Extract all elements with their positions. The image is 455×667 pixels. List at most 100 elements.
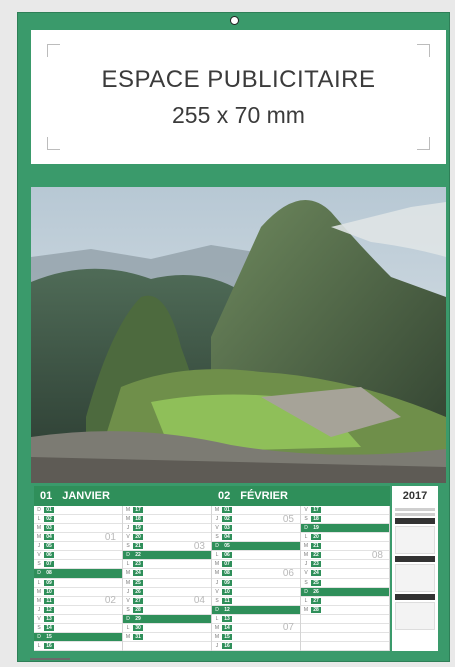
weekday-letter: S [304,516,308,523]
ad-space-title: ESPACE PUBLICITAIRE [101,66,376,93]
weekday-letter: J [126,525,130,532]
weekday-letter: M [36,534,42,541]
info-block [395,526,435,554]
season-bar [395,518,435,524]
day-row: D 22 [123,551,211,561]
day-row: L 16 [34,642,122,651]
weekday-letter: L [126,561,130,568]
day-number: 02 [44,516,54,523]
weekday-letter: D [215,606,219,613]
day-row [301,633,389,642]
weekday-letter: S [304,579,308,586]
day-row: S 11 [212,597,300,606]
day-number: 25 [311,579,321,586]
weekday-letter: L [37,642,41,649]
day-number: 05 [44,543,54,550]
month-name: FÉVRIER [240,490,288,502]
crop-mark [417,137,430,150]
day-number: 18 [133,516,143,523]
year-sidebar: 2017 [392,486,438,651]
day-row: J 23 [301,560,389,570]
day-row: M 28 [301,606,389,615]
day-row [123,642,211,651]
weekday-letter: D [37,570,41,577]
day-row: J 12 [34,606,122,615]
day-number: 09 [222,579,232,586]
day-number: 16 [222,642,232,649]
day-column: M 01 J 02 05 V 03 S 04 D 05 L 06 M 07 M 08 06 J 09 … [212,506,301,651]
day-row: J 02 05 [212,513,300,525]
day-number: 09 [44,579,54,586]
month-number: 02 [218,490,231,502]
day-number: 11 [44,597,54,604]
day-number: 21 [133,543,143,550]
day-number: 12 [222,606,232,613]
day-row: L 30 [123,624,211,633]
day-number: 19 [133,525,143,532]
month-february: 02 FÉVRIER M 01 J 02 05 V 03 S 04 D 05 L 06 M 07… [212,486,390,651]
weekday-letter: S [37,624,41,631]
day-number: 13 [44,615,54,622]
weekday-letter: S [37,561,41,568]
day-number: 11 [222,597,232,604]
day-row: S 04 [212,533,300,543]
weekday-letter: J [215,642,219,649]
day-row: L 09 [34,579,122,588]
year-label: 2017 [402,490,428,502]
day-number: 27 [133,597,143,604]
week-number: 06 [282,567,294,579]
day-row: L 27 [301,597,389,606]
day-row: M 22 08 [301,550,389,561]
month-january: 01 JANVIER D 01 L 02 M 03 M 04 01 J 05 V 06 S 07… [34,486,212,651]
weekday-letter: V [215,525,219,532]
weekday-letter: D [215,543,219,550]
day-number: 26 [311,588,321,595]
weekday-letter: S [215,597,219,604]
day-row: V 13 [34,615,122,624]
day-number: 13 [222,615,232,622]
day-row: M 24 [123,569,211,579]
day-number: 12 [44,606,54,613]
day-row: S 14 [34,624,122,633]
day-row: M 31 [123,633,211,642]
weekday-letter: D [37,507,41,514]
weekday-letter: J [37,543,41,550]
day-row: V 10 [212,588,300,597]
info-block [395,564,435,592]
month-name: JANVIER [62,490,110,502]
weekday-letter: S [215,534,219,541]
day-number: 05 [222,543,232,550]
day-number: 28 [311,606,321,613]
day-row: V 06 [34,551,122,561]
season-bar [395,556,435,562]
day-number: 31 [133,633,143,640]
weekday-letter: M [303,543,309,550]
day-number: 14 [222,624,232,631]
day-row: L 23 [123,560,211,570]
day-row: V 17 [301,506,389,516]
weekday-letter: L [37,516,41,523]
day-number: 01 [222,507,232,514]
day-number: 20 [311,534,321,541]
day-number: 26 [133,588,143,595]
weekday-letter: M [214,624,220,631]
week-number: 05 [282,513,294,525]
day-row [301,624,389,633]
season-bar [395,594,435,600]
weekday-letter: M [125,579,131,586]
info-block [395,602,435,630]
day-row: V 24 [301,569,389,579]
weekday-letter: V [215,588,219,595]
day-number: 07 [222,561,232,568]
weekday-letter: M [125,507,131,514]
weekday-letter: S [126,543,130,550]
day-row: S 28 [123,606,211,615]
weekday-letter: V [304,570,308,577]
day-row: J 16 [212,642,300,651]
day-row: D 12 [212,605,300,615]
weekday-letter: L [304,534,308,541]
hanging-hole [230,16,239,25]
day-column: V 17 S 18 D 19 L 20 M 21 M 22 08 J 23 V 24 S 25 D2… [301,506,390,651]
day-number: 20 [133,534,143,541]
day-row: M 25 [123,579,211,588]
